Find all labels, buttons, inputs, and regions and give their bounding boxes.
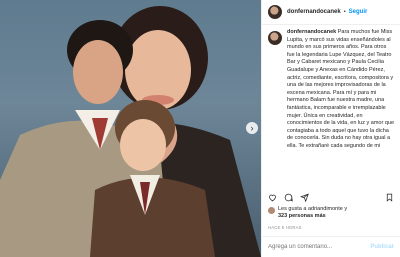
caption: donfernandocanek Para muchos fue Miss Lu… — [287, 29, 394, 177]
post-photo[interactable]: › — [0, 0, 261, 257]
liker-avatar[interactable] — [268, 207, 275, 214]
header-username[interactable]: donfernandocanek — [287, 9, 341, 15]
likes-line-2[interactable]: 323 personas más — [278, 213, 347, 220]
publish-button[interactable]: Publicar — [370, 244, 394, 250]
caption-avatar[interactable] — [268, 31, 282, 45]
comment-input[interactable] — [268, 244, 371, 250]
follow-button[interactable]: Seguir — [349, 9, 368, 15]
chevron-right-icon: › — [250, 123, 254, 133]
avatar[interactable] — [268, 5, 282, 19]
likes-line-1[interactable]: Les gusta a adriandimonte y — [278, 206, 347, 213]
header-separator: • — [343, 9, 346, 15]
post-sidebar: donfernandocanek • Seguir donfernandocan… — [261, 0, 400, 257]
caption-username[interactable]: donfernandocanek — [287, 29, 336, 35]
family-photo-illustration — [0, 6, 261, 257]
caption-text: Para muchos fue Miss Lupita, y marcó sus… — [287, 29, 395, 149]
bookmark-icon[interactable] — [385, 193, 394, 202]
heart-icon[interactable] — [268, 193, 277, 202]
likes-summary: Les gusta a adriandimonte y 323 personas… — [268, 206, 394, 220]
post-time[interactable]: HACE 5 HORAS — [268, 225, 302, 230]
comment-icon[interactable] — [284, 193, 293, 202]
next-photo-button[interactable]: › — [246, 122, 258, 134]
action-bar — [268, 190, 394, 204]
instagram-post: › donfernandocanek • Seguir donfernandoc… — [0, 0, 400, 257]
post-header: donfernandocanek • Seguir — [262, 0, 400, 25]
comment-box: Publicar — [262, 236, 400, 257]
share-icon[interactable] — [300, 192, 309, 202]
caption-block: donfernandocanek Para muchos fue Miss Lu… — [262, 25, 400, 177]
